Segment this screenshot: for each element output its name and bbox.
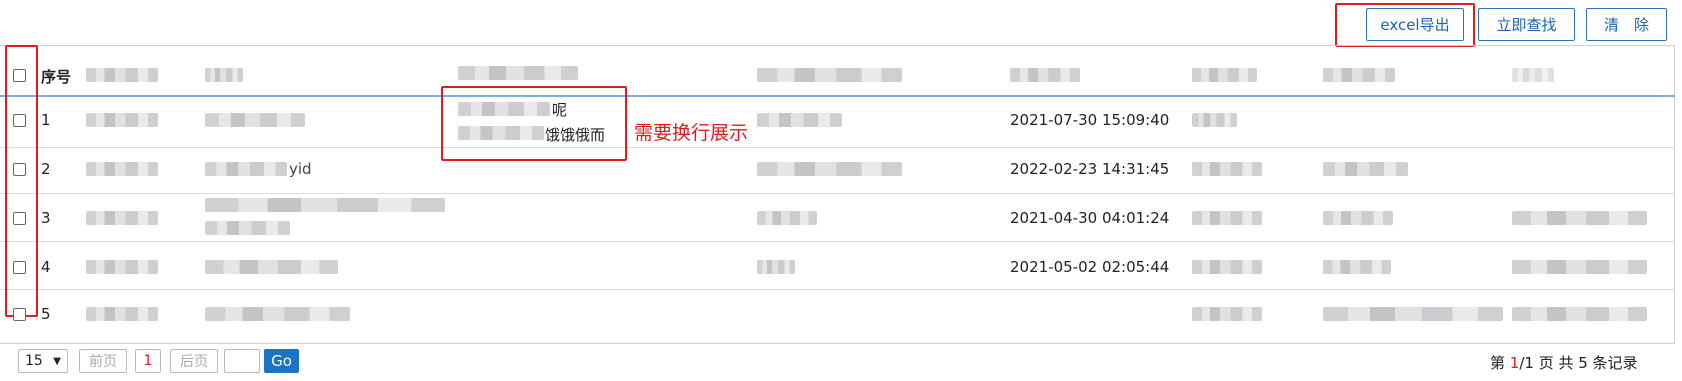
row-checkbox[interactable]	[13, 163, 26, 176]
search-button[interactable]: 立即查找	[1478, 8, 1575, 41]
row-divider	[0, 289, 1675, 290]
obscured-cell	[205, 198, 445, 212]
table-frame	[0, 45, 1675, 344]
header-divider	[0, 95, 1675, 97]
obscured-cell	[1192, 260, 1262, 274]
annotation-note: 需要换行展示	[634, 122, 749, 144]
annotation-box-checkboxes	[5, 45, 38, 317]
obscured-cell	[1323, 211, 1393, 225]
row-seq: 1	[41, 111, 51, 129]
obscured-cell	[1323, 162, 1408, 176]
summary-prefix: 第	[1490, 354, 1510, 372]
obscured-cell	[86, 113, 158, 127]
current-page-button[interactable]: 1	[135, 349, 161, 373]
row-divider	[0, 241, 1675, 242]
row-seq: 5	[41, 305, 51, 323]
obscured-cell	[757, 113, 842, 127]
annotation-box-export	[1335, 3, 1475, 47]
header-obscured	[757, 68, 902, 82]
obscured-cell	[1512, 211, 1647, 225]
obscured-cell	[1323, 260, 1391, 274]
row-seq: 2	[41, 160, 51, 178]
obscured-cell	[1192, 211, 1262, 225]
obscured-cell	[757, 211, 817, 225]
row-divider	[0, 147, 1675, 148]
obscured-cell	[1192, 162, 1262, 176]
obscured-cell	[205, 162, 287, 176]
row-time: 2021-07-30 15:09:40	[1010, 111, 1170, 129]
header-obscured	[1323, 68, 1395, 82]
row-checkbox[interactable]	[13, 212, 26, 225]
obscured-cell	[86, 260, 158, 274]
row-time: 2021-04-30 04:01:24	[1010, 209, 1170, 227]
row-checkbox[interactable]	[13, 308, 26, 321]
obscured-cell	[1192, 307, 1262, 321]
row-checkbox[interactable]	[13, 261, 26, 274]
header-obscured	[205, 68, 243, 82]
header-obscured	[1010, 68, 1080, 82]
obscured-cell	[757, 260, 795, 274]
obscured-cell	[205, 307, 350, 321]
summary-mid: /1 页 共 5 条记录	[1519, 354, 1638, 372]
obscured-cell	[205, 260, 338, 274]
obscured-cell	[757, 162, 902, 176]
obscured-cell	[1512, 260, 1647, 274]
header-obscured	[458, 66, 578, 80]
header-obscured	[1512, 68, 1554, 82]
jump-page-input[interactable]	[224, 349, 260, 373]
pagination-summary: 第 1/1 页 共 5 条记录	[1490, 352, 1638, 373]
obscured-cell	[1192, 113, 1237, 127]
annotation-box-cell	[441, 86, 627, 161]
header-obscured	[1192, 68, 1257, 82]
go-button[interactable]: Go	[264, 349, 299, 373]
obscured-cell	[205, 221, 290, 235]
page-size-value: 15	[25, 353, 43, 369]
next-page-button[interactable]: 后页	[170, 349, 218, 373]
row-seq: 4	[41, 258, 51, 276]
row-time: 2022-02-23 14:31:45	[1010, 160, 1170, 178]
row-divider	[0, 193, 1675, 194]
clear-button[interactable]: 清 除	[1586, 8, 1667, 41]
obscured-cell	[1323, 307, 1503, 321]
cell-text: yid	[289, 160, 312, 178]
header-seq: 序号	[41, 68, 72, 86]
header-obscured	[86, 68, 158, 82]
row-time: 2021-05-02 02:05:44	[1010, 258, 1170, 276]
chevron-down-icon: ▼	[53, 355, 61, 367]
page-size-select[interactable]: 15 ▼	[18, 349, 68, 373]
obscured-cell	[1512, 307, 1647, 321]
row-seq: 3	[41, 209, 51, 227]
obscured-cell	[86, 307, 158, 321]
obscured-cell	[86, 162, 158, 176]
summary-page: 1	[1509, 354, 1520, 372]
prev-page-button[interactable]: 前页	[79, 349, 127, 373]
obscured-cell	[205, 113, 305, 127]
row-checkbox[interactable]	[13, 114, 26, 127]
obscured-cell	[86, 211, 158, 225]
